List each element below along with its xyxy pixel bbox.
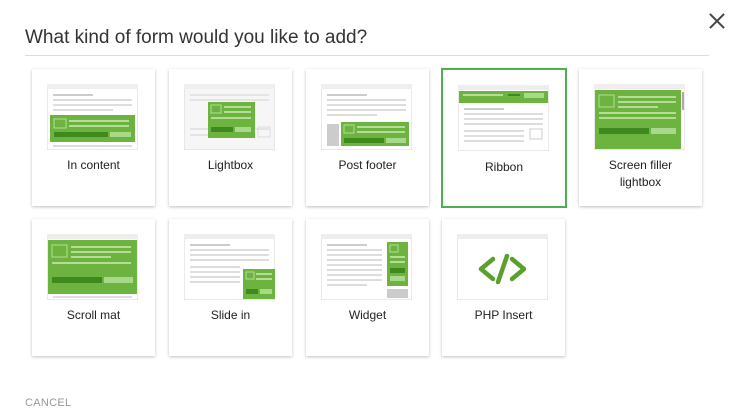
card-label: Scroll mat — [66, 308, 121, 322]
form-type-ribbon[interactable]: Ribbon — [441, 68, 567, 208]
form-type-screen-filler-lightbox[interactable]: Screen filler lightbox — [579, 69, 702, 206]
card-label: Lightbox — [207, 158, 254, 172]
form-type-php-insert[interactable]: PHP Insert — [442, 219, 565, 356]
code-brackets-icon — [457, 234, 548, 300]
card-label: Slide in — [210, 308, 251, 322]
widget-thumbnail — [321, 234, 412, 300]
card-label: Screen filler lightbox — [608, 158, 673, 189]
dialog-title: What kind of form would you like to add? — [25, 27, 368, 48]
form-type-scroll-mat[interactable]: Scroll mat — [32, 219, 155, 356]
scroll-mat-thumbnail — [47, 234, 138, 300]
form-type-post-footer[interactable]: Post footer — [306, 69, 429, 206]
form-type-widget[interactable]: Widget — [306, 219, 429, 356]
form-type-slide-in[interactable]: Slide in — [169, 219, 292, 356]
card-label: In content — [67, 158, 120, 172]
form-type-lightbox[interactable]: Lightbox — [169, 69, 292, 206]
post-footer-thumbnail — [321, 84, 412, 150]
divider — [25, 55, 709, 56]
screen-filler-thumbnail — [594, 84, 685, 150]
card-label: PHP Insert — [474, 308, 533, 322]
card-label: Widget — [348, 308, 387, 322]
in-content-thumbnail — [47, 84, 138, 150]
close-icon[interactable] — [706, 10, 728, 32]
slide-in-thumbnail — [184, 234, 275, 300]
form-type-in-content[interactable]: In content — [32, 69, 155, 206]
cancel-button[interactable]: CANCEL — [25, 397, 71, 409]
card-label: Post footer — [338, 158, 397, 172]
lightbox-thumbnail — [184, 84, 275, 150]
ribbon-thumbnail — [458, 85, 549, 151]
card-label: Ribbon — [484, 160, 524, 174]
